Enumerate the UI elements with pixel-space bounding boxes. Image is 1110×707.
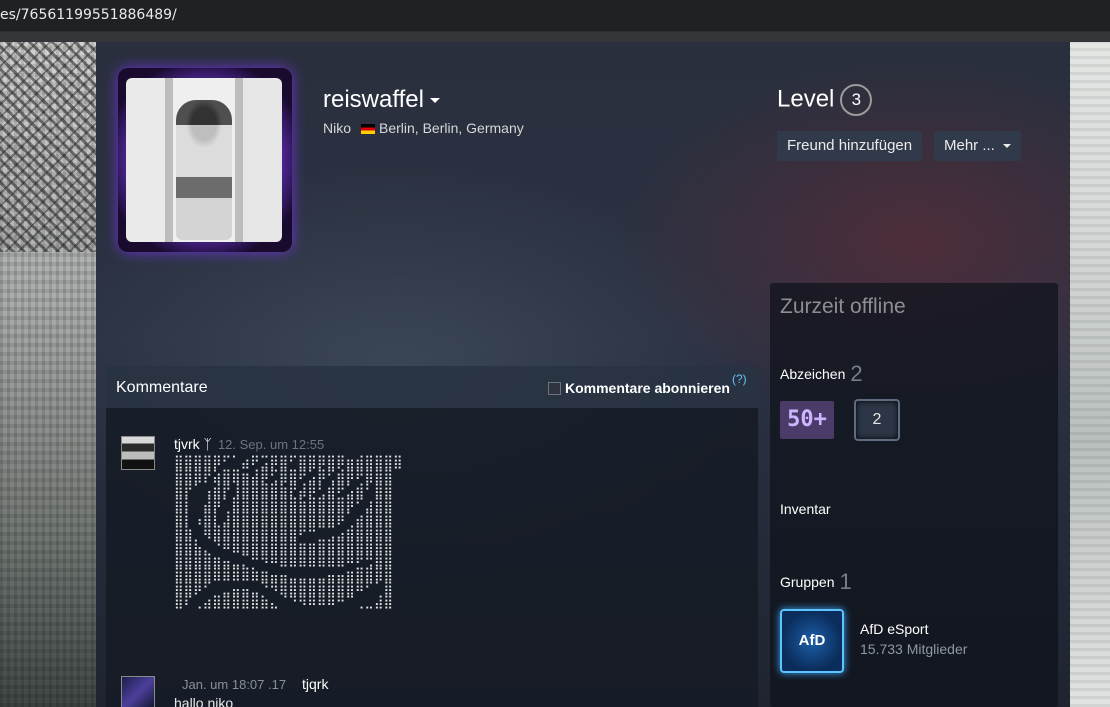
real-name: Niko [323, 120, 352, 136]
online-status: Zurzeit offline [780, 295, 906, 318]
browser-toolbar-divider [0, 32, 1110, 42]
comment-author-avatar[interactable] [121, 676, 155, 707]
persona-name-text: reiswaffel [323, 86, 424, 113]
more-dropdown-icon [1002, 144, 1011, 149]
group-member-count: 15.733 Mitglieder [860, 641, 968, 657]
group-logo[interactable]: AfD [780, 609, 844, 673]
location: Berlin, Berlin, Germany [379, 120, 524, 136]
germany-flag-icon [361, 124, 376, 134]
badge-level-two[interactable]: 2 [854, 399, 900, 441]
comment-header: tjvrk ᛉ 12. Sep. um 12:55 [174, 436, 324, 452]
groups-count: 1 [839, 569, 852, 594]
badges-label: Abzeichen [780, 366, 846, 382]
comments-help-link[interactable]: (?) [732, 372, 747, 386]
background-tree-art [0, 42, 96, 252]
more-label: Mehr ... [944, 137, 995, 154]
help-icon: (?) [732, 372, 747, 386]
group-name-link[interactable]: AfD eSport [860, 621, 928, 637]
comment-author-link[interactable]: tjqrk [302, 676, 328, 692]
subscribe-label: Kommentare abonnieren [565, 380, 730, 396]
subscribe-comments-toggle[interactable]: Kommentare abonnieren [548, 380, 730, 396]
comment-ascii-art: ⣿⣿⣿⣿⡿⠋⠁⣴⠟⣩⡿⣿⠋⣿⣿⡿⣿⡿⣶⣾⣿⣿⣿⣿ ⣿⣿⣿⡟⣵⣿⣿⣶⣼⡿⢋⣿⣿⠟⣡… [174, 455, 403, 610]
profile-right-column: Zurzeit offline Abzeichen 2 50+ 2 Inventa… [770, 283, 1058, 707]
level-badge[interactable]: 3 [840, 84, 873, 116]
profile-background-left [0, 42, 96, 707]
more-button[interactable]: Mehr ... [934, 131, 1021, 161]
url-text[interactable]: es/76561199551886489/ [0, 7, 177, 23]
badges-link[interactable]: Abzeichen 2 [780, 361, 863, 387]
groups-link[interactable]: Gruppen 1 [780, 569, 852, 595]
inventory-link[interactable]: Inventar [780, 501, 831, 517]
comments-thread: tjvrk ᛉ 12. Sep. um 12:55 ⣿⣿⣿⣿⡿⠋⠁⣴⠟⣩⡿⣿⠋⣿⣿… [106, 408, 758, 707]
badge-years-service[interactable]: 50+ [780, 401, 834, 439]
profile-avatar[interactable] [126, 78, 282, 242]
subscribe-checkbox[interactable] [548, 382, 561, 395]
comment-timestamp: Jan. um 18:07 .17 [182, 677, 287, 692]
avatar-figure [176, 100, 232, 240]
comment-author-avatar[interactable] [121, 436, 155, 470]
add-friend-button[interactable]: Freund hinzufügen [777, 131, 923, 161]
browser-url-bar[interactable]: es/76561199551886489/ [0, 0, 1110, 32]
groups-label: Gruppen [780, 574, 835, 590]
badges-count: 2 [850, 361, 863, 386]
profile-level: Level 3 [777, 84, 873, 116]
comment-timestamp: 12. Sep. um 12:55 [217, 437, 325, 452]
comments-header: Kommentare Kommentare abonnieren (?) [106, 366, 758, 408]
name-history-dropdown-icon[interactable] [429, 98, 440, 104]
persona-name[interactable]: reiswaffel [323, 86, 440, 114]
comments-title: Kommentare [116, 379, 208, 396]
profile-background-right [1070, 42, 1110, 707]
profile-real-name-location: Niko Berlin, Berlin, Germany [323, 120, 524, 136]
comment-author-link[interactable]: tjvrk ᛉ [174, 436, 212, 452]
comment-text: hallo niko [174, 695, 234, 707]
level-label: Level [777, 85, 835, 113]
